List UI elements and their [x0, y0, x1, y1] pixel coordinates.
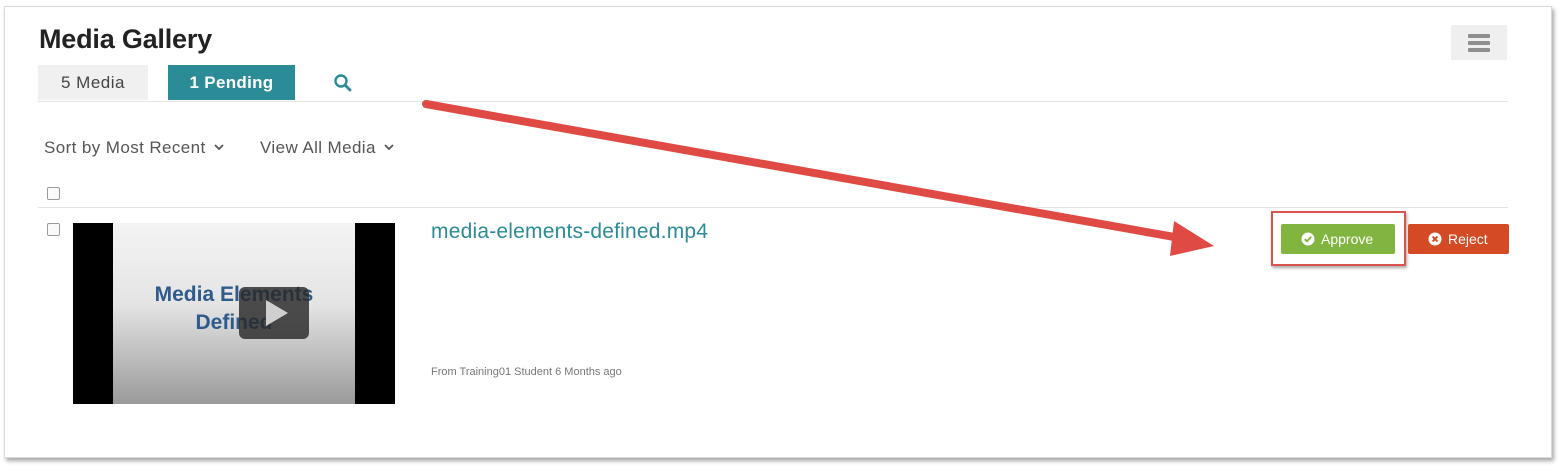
media-gallery-panel: Media Gallery 5 Media 1 Pending Sort by …: [4, 6, 1552, 458]
search-button[interactable]: [333, 73, 353, 93]
tab-pending[interactable]: 1 Pending: [168, 65, 295, 100]
filter-label: View All Media: [260, 138, 376, 157]
thumbnail-text: Media Elements Defined: [113, 281, 355, 337]
select-all-checkbox[interactable]: [47, 187, 60, 200]
sort-label: Sort by Most Recent: [44, 138, 206, 157]
filter-dropdown[interactable]: View All Media: [260, 136, 394, 158]
view-options-button[interactable]: [1451, 25, 1507, 60]
media-meta: From Training01 Student 6 Months ago: [431, 366, 622, 378]
select-item-checkbox[interactable]: [47, 223, 60, 236]
x-circle-icon: [1428, 232, 1442, 246]
page-title: Media Gallery: [39, 24, 212, 54]
media-title-link[interactable]: media-elements-defined.mp4: [431, 220, 708, 244]
play-icon: [266, 300, 288, 326]
chevron-down-icon: [213, 136, 224, 156]
check-circle-icon: [1301, 232, 1315, 246]
tabs-divider: [38, 101, 1508, 102]
reject-button[interactable]: Reject: [1408, 224, 1509, 254]
thumbnail-text-line2: Defined: [195, 311, 273, 334]
list-divider: [38, 207, 1508, 208]
sort-dropdown[interactable]: Sort by Most Recent: [44, 136, 224, 158]
reject-label: Reject: [1448, 231, 1488, 247]
search-icon: [334, 74, 352, 92]
thumbnail-text-line1: Media Elements: [154, 283, 314, 306]
approve-label: Approve: [1321, 231, 1374, 247]
media-thumbnail[interactable]: Media Elements Defined: [73, 223, 395, 404]
thumbnail-frame: Media Elements Defined: [113, 223, 355, 404]
play-button[interactable]: [239, 287, 309, 339]
approve-button[interactable]: Approve: [1281, 224, 1395, 254]
tab-media[interactable]: 5 Media: [38, 65, 148, 100]
chevron-down-icon: [384, 136, 394, 156]
